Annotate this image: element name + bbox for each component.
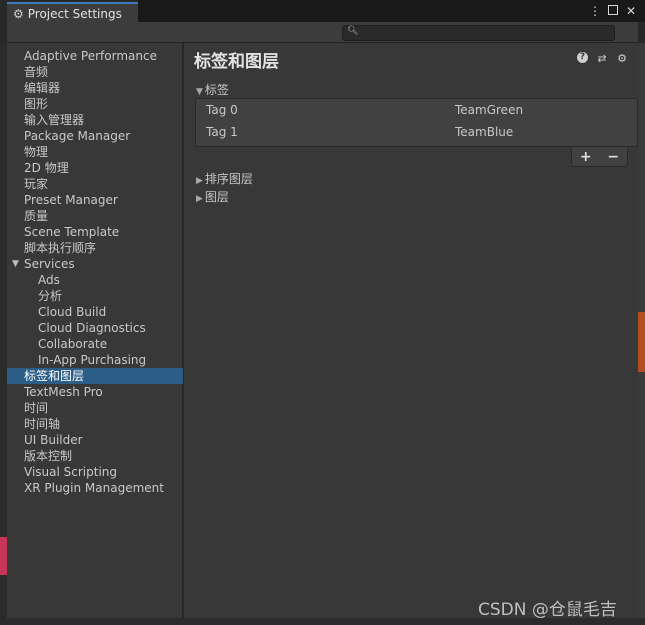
sidebar-item-label: UI Builder	[24, 433, 83, 447]
help-icon[interactable]: ?	[577, 52, 588, 63]
sidebar-item[interactable]: 分析	[7, 288, 183, 304]
remove-tag-button[interactable]: −	[607, 150, 619, 164]
header-icons: ? ⇄ ⚙	[577, 52, 628, 65]
tag-row[interactable]: Tag 0 TeamGreen	[196, 99, 637, 121]
tags-list: Tag 0 TeamGreen Tag 1 TeamBlue	[195, 98, 638, 147]
sidebar-item[interactable]: Cloud Build	[7, 304, 183, 320]
sidebar-item-label: 输入管理器	[24, 113, 85, 127]
sidebar-item-label: Cloud Diagnostics	[38, 321, 146, 335]
window-controls: ⋮ ✕	[589, 4, 637, 18]
sidebar-item-label: 版本控制	[24, 449, 73, 463]
sidebar-item[interactable]: 图形	[7, 96, 183, 112]
maximize-icon[interactable]	[607, 4, 619, 18]
list-footer: + −	[571, 147, 628, 167]
settings-sidebar: Adaptive Performance 音频编辑器图形输入管理器 Package …	[7, 43, 183, 618]
sidebar-item[interactable]: 音频	[7, 64, 183, 80]
sidebar-item-label: TextMesh Pro	[24, 385, 103, 399]
window-title: Project Settings	[27, 6, 122, 21]
sidebar-item-label: 脚本执行顺序	[24, 241, 97, 255]
sidebar-item-label: Preset Manager	[24, 193, 118, 207]
sidebar-item-label: 编辑器	[24, 81, 61, 95]
search-field[interactable]: 🔍︎	[342, 25, 615, 41]
sidebar-item[interactable]: Collaborate	[7, 336, 183, 352]
page-title: 标签和图层	[194, 52, 279, 72]
tags-and-layers-panel: 标签和图层 ? ⇄ ⚙ ▼ 标签 Tag 0 TeamGreen Tag 1 Te…	[184, 43, 638, 618]
toolbar: 🔍︎	[7, 22, 638, 43]
sidebar-item[interactable]: 时间轴	[7, 416, 183, 432]
sidebar-item[interactable]: 标签和图层	[7, 368, 183, 384]
tag-value-field[interactable]: TeamGreen	[455, 99, 523, 121]
sidebar-item[interactable]: Scene Template	[7, 224, 183, 240]
sidebar-item[interactable]: 玩家	[7, 176, 183, 192]
background-left-accent	[0, 537, 7, 575]
sidebar-item[interactable]: 质量	[7, 208, 183, 224]
sidebar-item-label: 物理	[24, 145, 49, 159]
add-tag-button[interactable]: +	[580, 150, 592, 164]
sidebar-item[interactable]: Package Manager	[7, 128, 183, 144]
sidebar-item-label: XR Plugin Management	[24, 481, 164, 495]
sidebar-item[interactable]: 脚本执行顺序	[7, 240, 183, 256]
layers-label: 图层	[204, 190, 229, 204]
sidebar-item[interactable]: Cloud Diagnostics	[7, 320, 183, 336]
sidebar-item-label: Adaptive Performance	[24, 49, 157, 63]
sidebar-item[interactable]: XR Plugin Management	[7, 480, 183, 496]
sidebar-item-label: 标签和图层	[24, 369, 85, 383]
tab-bar-background	[138, 0, 645, 22]
sidebar-item-label: 分析	[38, 289, 63, 303]
foldout-arrow-icon: ▶	[196, 176, 203, 186]
sidebar-item-label: 音频	[24, 65, 49, 79]
sidebar-item-label: Scene Template	[24, 225, 120, 239]
sidebar-item-label: Package Manager	[24, 129, 131, 143]
sidebar-item-label: Cloud Build	[38, 305, 107, 319]
sorting-layers-label: 排序图层	[204, 172, 253, 186]
project-settings-window: ⚙ Project Settings ⋮ ✕ 🔍︎ Adaptive Perfo…	[0, 0, 645, 625]
sidebar-item-label: 质量	[24, 209, 49, 223]
search-input[interactable]	[359, 26, 609, 40]
background-right-accent	[638, 312, 645, 372]
sidebar-item[interactable]: 2D 物理	[7, 160, 183, 176]
tag-name: Tag 1	[206, 125, 238, 139]
sidebar-item[interactable]: Visual Scripting	[7, 464, 183, 480]
sidebar-item[interactable]: TextMesh Pro	[7, 384, 183, 400]
tags-section-label: 标签	[204, 83, 229, 97]
tags-foldout[interactable]: ▼ 标签	[196, 81, 229, 98]
sidebar-item[interactable]: In-App Purchasing	[7, 352, 183, 368]
search-icon: 🔍︎	[347, 26, 359, 36]
sidebar-item[interactable]: 编辑器	[7, 80, 183, 96]
foldout-arrow-icon: ▼	[196, 87, 203, 97]
sidebar-item-label: In-App Purchasing	[38, 353, 147, 367]
sidebar-item[interactable]: 物理	[7, 144, 183, 160]
sidebar-item-label: 图形	[24, 97, 49, 111]
window-tab[interactable]: ⚙ Project Settings	[7, 2, 138, 23]
sidebar-item-label: Ads	[38, 273, 60, 287]
preset-icon[interactable]: ⇄	[596, 52, 608, 65]
tag-value-field[interactable]: TeamBlue	[455, 121, 513, 143]
sidebar-item[interactable]: Ads	[7, 272, 183, 288]
sidebar-item-label: Collaborate	[38, 337, 108, 351]
sidebar-item-label: Visual Scripting	[24, 465, 117, 479]
close-icon[interactable]: ✕	[625, 4, 637, 18]
sidebar-item-label: 时间	[24, 401, 49, 415]
tag-name: Tag 0	[206, 103, 238, 117]
gear-icon: ⚙	[13, 6, 24, 21]
sidebar-item-label: 玩家	[24, 177, 49, 191]
tag-row[interactable]: Tag 1 TeamBlue	[196, 121, 637, 143]
sidebar-item[interactable]: 版本控制	[7, 448, 183, 464]
sidebar-item-label: 时间轴	[24, 417, 61, 431]
menu-icon[interactable]: ⋮	[589, 4, 601, 18]
sidebar-item-label: Services	[24, 257, 75, 271]
expand-arrow-icon[interactable]: ▼	[12, 256, 19, 272]
settings-icon[interactable]: ⚙	[616, 52, 628, 65]
sidebar-item[interactable]: Adaptive Performance	[7, 48, 183, 64]
watermark: CSDN @仓鼠毛吉	[478, 600, 617, 620]
layers-foldout[interactable]: ▶ 图层	[196, 188, 229, 205]
sidebar-item[interactable]: 时间	[7, 400, 183, 416]
sidebar-item[interactable]: 输入管理器	[7, 112, 183, 128]
sidebar-item[interactable]: ▼ Services	[7, 256, 183, 272]
sidebar-item[interactable]: UI Builder	[7, 432, 183, 448]
foldout-arrow-icon: ▶	[196, 194, 203, 204]
sidebar-item[interactable]: Preset Manager	[7, 192, 183, 208]
sidebar-item-label: 2D 物理	[24, 161, 69, 175]
sorting-layers-foldout[interactable]: ▶ 排序图层	[196, 170, 253, 187]
